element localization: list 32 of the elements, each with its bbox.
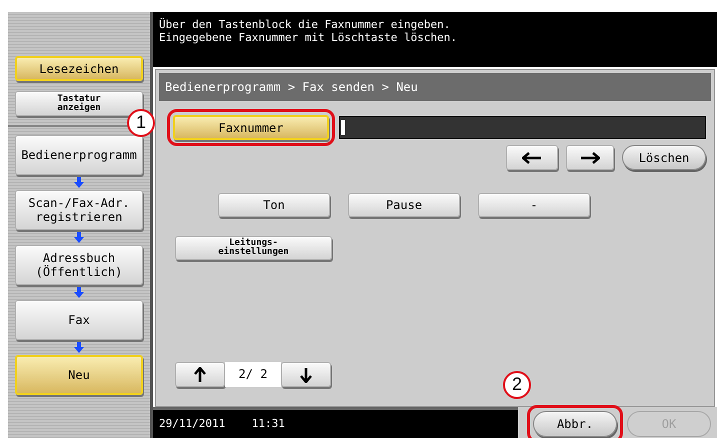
fax-number-field[interactable] — [339, 116, 706, 140]
right-arrow-button[interactable] — [566, 145, 614, 170]
keyboard-button[interactable]: Tastatur anzeigen — [15, 91, 143, 116]
page-indicator: 2/ 2 — [225, 362, 281, 387]
left-arrow-button[interactable] — [506, 145, 558, 170]
page-up-button[interactable] — [175, 362, 225, 387]
bookmark-button[interactable]: Lesezeichen — [15, 56, 143, 81]
step-button[interactable]: Scan-/Fax-Adr. registrieren — [15, 190, 143, 230]
up-arrow-icon — [194, 366, 206, 382]
down-arrow-icon — [74, 342, 84, 353]
page-down-button[interactable] — [281, 362, 331, 387]
cancel-button[interactable]: Abbr. — [533, 410, 617, 436]
step-button[interactable]: Bedienerprogramm — [15, 135, 143, 175]
fax-number-button[interactable]: Faxnummer — [173, 115, 329, 140]
down-arrow-icon — [74, 232, 84, 243]
down-arrow-icon — [74, 177, 84, 188]
down-arrow-icon — [300, 366, 312, 382]
step-button[interactable]: Neu — [15, 355, 143, 395]
key-button[interactable]: - — [478, 193, 590, 218]
right-arrow-icon — [580, 152, 600, 164]
text-cursor — [341, 120, 345, 136]
step-button[interactable]: Adressbuch (Öffentlich) — [15, 245, 143, 285]
key-button[interactable]: Ton — [218, 193, 330, 218]
key-button[interactable]: Pause — [348, 193, 460, 218]
message-bar: Über den Tastenblock die Faxnummer eingeben. Eingegebene Faxnummer mit Löschtaste löschen. — [153, 12, 717, 67]
left-arrow-icon — [522, 152, 542, 164]
line-settings-button[interactable]: Leitungs- einstellungen — [175, 236, 332, 260]
delete-button[interactable]: Löschen — [622, 145, 706, 170]
down-arrow-icon — [74, 287, 84, 298]
status-bar: 29/11/2011 11:31 — [153, 407, 518, 438]
step-button[interactable]: Fax — [15, 300, 143, 340]
breadcrumb: Bedienerprogramm > Fax senden > Neu — [159, 72, 711, 101]
